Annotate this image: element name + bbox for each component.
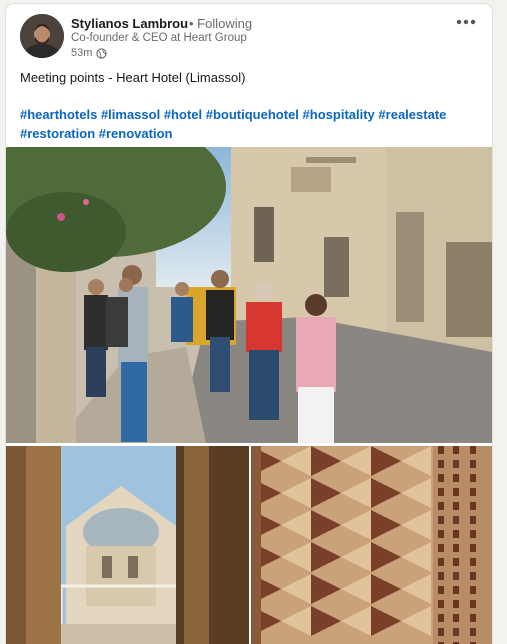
author-name[interactable]: Stylianos Lambrou (71, 16, 188, 31)
feed-post-card: Stylianos Lambrou • Following Co-founder… (6, 4, 492, 644)
hashtag-link[interactable]: #realestate (378, 107, 446, 122)
hashtag-list: #hearthotels #limassol #hotel #boutiqueh… (20, 105, 480, 143)
author-avatar[interactable] (20, 14, 64, 58)
post-header: Stylianos Lambrou • Following Co-founder… (6, 4, 492, 64)
post-meta: 53m (71, 47, 108, 59)
hashtag-link[interactable]: #hospitality (303, 107, 375, 122)
hashtag-link[interactable]: #limassol (101, 107, 160, 122)
more-options-icon[interactable] (452, 12, 480, 32)
hashtag-link[interactable]: #renovation (99, 126, 173, 141)
hashtag-link[interactable]: #hotel (164, 107, 202, 122)
post-text: Meeting points - Heart Hotel (Limassol) (20, 70, 246, 85)
hashtag-link[interactable]: #boutiquehotel (206, 107, 299, 122)
author-headline: Co-founder & CEO at Heart Group (71, 32, 247, 44)
post-time: 53m (71, 47, 93, 59)
hashtag-link[interactable]: #hearthotels (20, 107, 97, 122)
mosaic-floor-photo[interactable] (251, 446, 492, 644)
window-view-photo[interactable] (6, 446, 249, 644)
hashtag-link[interactable]: #restoration (20, 126, 95, 141)
street-group-photo[interactable] (6, 147, 492, 443)
globe-icon (96, 47, 108, 59)
follow-status: • Following (189, 16, 253, 31)
